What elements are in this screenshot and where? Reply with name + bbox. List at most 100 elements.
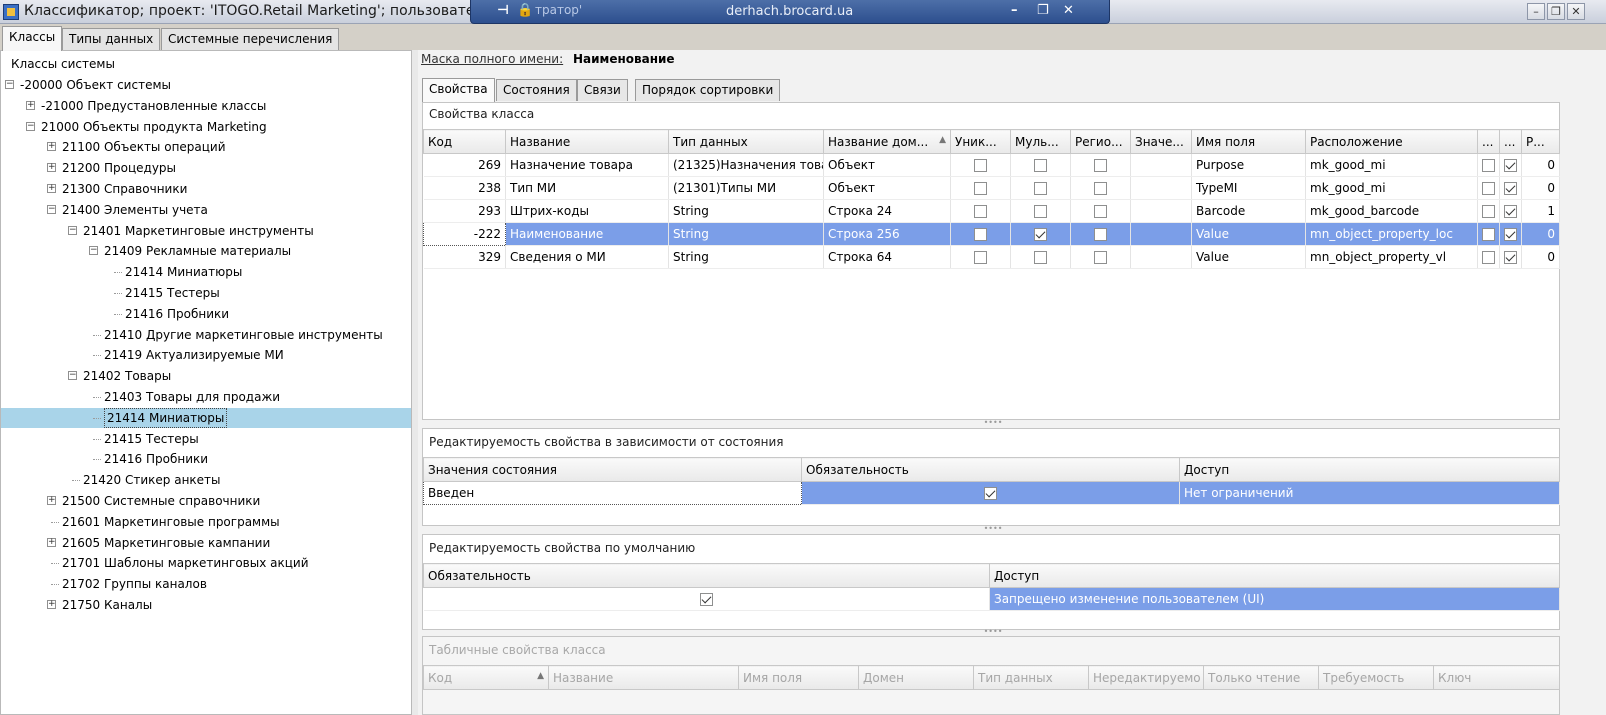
cell-location[interactable]: mk_good_mi	[1305, 176, 1478, 200]
tree-node[interactable]: +21300 Справочники	[1, 179, 411, 199]
tree-node-label[interactable]: 21400 Элементы учета	[62, 200, 208, 220]
cell-type[interactable]: String	[668, 222, 824, 246]
cell-c2[interactable]	[1499, 222, 1522, 246]
close-button[interactable]: ✕	[1567, 3, 1585, 20]
cell-multi[interactable]	[1010, 176, 1071, 200]
uniq-checkbox[interactable]	[974, 159, 987, 172]
cell-domain[interactable]: Объект	[823, 176, 951, 200]
cell-uniq[interactable]	[950, 153, 1011, 177]
tree-node-label[interactable]: 21601 Маркетинговые программы	[62, 512, 280, 532]
col-access[interactable]: Доступ	[1179, 457, 1560, 482]
cell-multi[interactable]	[1010, 153, 1071, 177]
expand-icon[interactable]: +	[47, 163, 56, 173]
minimize-button[interactable]: –	[1527, 3, 1545, 20]
col-state-values[interactable]: Значения состояния	[423, 457, 802, 482]
tree-node[interactable]: +21605 Маркетинговые кампании	[1, 533, 411, 553]
default-access-cell[interactable]: Запрещено изменение пользователем (UI)	[989, 587, 1560, 611]
state-editability-grid[interactable]: Значения состояния Обязательность Доступ…	[423, 457, 1560, 505]
col-default-access[interactable]: Доступ	[989, 563, 1560, 588]
cell-multi[interactable]	[1010, 245, 1071, 269]
cell-c2[interactable]	[1499, 199, 1522, 223]
col-location[interactable]: Расположение	[1305, 129, 1478, 154]
required-checkbox[interactable]	[984, 487, 997, 500]
col-field-name[interactable]: Имя поля	[1191, 129, 1306, 154]
tree-node-label[interactable]: 21416 Пробники	[125, 304, 229, 324]
tree-node[interactable]: +21500 Системные справочники	[1, 491, 411, 511]
cell-c1[interactable]	[1477, 245, 1500, 269]
cell-r[interactable]: 0	[1521, 245, 1560, 269]
tree-node[interactable]: −21402 Товары	[1, 366, 411, 386]
tree-node-label[interactable]: 21402 Товары	[83, 366, 171, 386]
expand-icon[interactable]: +	[26, 100, 35, 110]
tree-node-label[interactable]: 21000 Объекты продукта Marketing	[41, 117, 267, 137]
tree-node[interactable]: 21416 Пробники	[1, 449, 411, 469]
cell-r[interactable]: 1	[1521, 199, 1560, 223]
cell-region[interactable]	[1070, 245, 1131, 269]
tree-node[interactable]: +21100 Объекты операций	[1, 137, 411, 157]
multi-checkbox[interactable]	[1034, 228, 1047, 241]
tree-node-label[interactable]: 21410 Другие маркетинговые инструменты	[104, 325, 383, 345]
tab-system-enums[interactable]: Системные перечисления	[161, 28, 340, 50]
tree-node-label[interactable]: 21420 Стикер анкеты	[83, 470, 221, 490]
col-required[interactable]: Обязательность	[801, 457, 1180, 482]
region-checkbox[interactable]	[1094, 182, 1107, 195]
expand-icon[interactable]: +	[47, 184, 56, 193]
tree-node-label[interactable]: 21701 Шаблоны маркетинговых акций	[62, 553, 309, 573]
tree-node-label[interactable]: 21401 Маркетинговые инструменты	[83, 221, 314, 241]
col-data-type[interactable]: Тип данных	[668, 129, 824, 154]
cell-domain[interactable]: Объект	[823, 153, 951, 177]
table-row[interactable]: 293 Штрих-коды String Строка 24 Barcode mk_go…	[423, 199, 1560, 223]
cell-uniq[interactable]	[950, 199, 1011, 223]
multi-checkbox[interactable]	[1034, 159, 1047, 172]
cell-type[interactable]: (21325)Назначения товар	[668, 153, 824, 177]
tree-node[interactable]: +21750 Каналы	[1, 595, 411, 615]
expand-icon[interactable]: +	[47, 142, 56, 152]
cell-c1[interactable]	[1477, 222, 1500, 246]
cell-uniq[interactable]	[950, 245, 1011, 269]
cell-type[interactable]: String	[668, 199, 824, 223]
cell-name[interactable]: Назначение товара	[505, 153, 669, 177]
cell-region[interactable]	[1070, 222, 1131, 246]
expand-icon[interactable]: +	[47, 537, 56, 547]
collapse-icon[interactable]: −	[68, 371, 77, 381]
default-editability-grid[interactable]: Обязательность Доступ Запрещено изменени…	[423, 563, 1560, 611]
cell-code[interactable]: -222	[423, 222, 506, 246]
tree-node-label[interactable]: 21403 Товары для продажи	[104, 387, 280, 407]
uniq-checkbox[interactable]	[974, 205, 987, 218]
tree-node[interactable]: 21415 Тестеры	[1, 429, 411, 449]
cell-domain[interactable]: Строка 256	[823, 222, 951, 246]
tab-sort-order[interactable]: Порядок сортировки	[635, 79, 781, 101]
collapse-icon[interactable]: −	[47, 204, 56, 214]
multi-checkbox[interactable]	[1034, 205, 1047, 218]
col-extra-2[interactable]: ...	[1499, 129, 1522, 154]
restore-button[interactable]: ❐	[1547, 3, 1565, 20]
tab-properties[interactable]: Свойства	[422, 78, 495, 102]
tree-node[interactable]: 21410 Другие маркетинговые инструменты	[1, 325, 411, 345]
cell-code[interactable]: 238	[423, 176, 506, 200]
tree-node-label[interactable]: 21750 Каналы	[62, 595, 152, 615]
cell-r[interactable]: 0	[1521, 176, 1560, 200]
cell-region[interactable]	[1070, 153, 1131, 177]
tree-node-label[interactable]: 21419 Актуализируемые МИ	[104, 345, 284, 365]
tab-states[interactable]: Состояния	[496, 79, 577, 101]
pin-icon[interactable]: ⊣	[497, 3, 509, 18]
col-unique[interactable]: Уник...	[950, 129, 1011, 154]
collapse-icon[interactable]: −	[26, 121, 35, 131]
c2-checkbox[interactable]	[1504, 228, 1517, 241]
c1-checkbox[interactable]	[1482, 159, 1495, 172]
cell-field[interactable]: Value	[1191, 222, 1306, 246]
cell-name[interactable]: Тип МИ	[505, 176, 669, 200]
name-mask-label[interactable]: Маска полного имени:	[421, 52, 563, 66]
tree-node[interactable]: 21702 Группы каналов	[1, 574, 411, 594]
c1-checkbox[interactable]	[1482, 182, 1495, 195]
cell-code[interactable]: 269	[423, 153, 506, 177]
col-multi[interactable]: Муль...	[1010, 129, 1071, 154]
col-value[interactable]: Значе...	[1130, 129, 1192, 154]
uniq-checkbox[interactable]	[974, 228, 987, 241]
cell-location[interactable]: mn_object_property_loc	[1305, 222, 1478, 246]
col-region[interactable]: Регио...	[1070, 129, 1131, 154]
cell-c2[interactable]	[1499, 153, 1522, 177]
tree-node-label[interactable]: 21500 Системные справочники	[62, 491, 260, 511]
tree-node[interactable]: −21409 Рекламные материалы	[1, 241, 411, 261]
col-extra-1[interactable]: ...	[1477, 129, 1500, 154]
